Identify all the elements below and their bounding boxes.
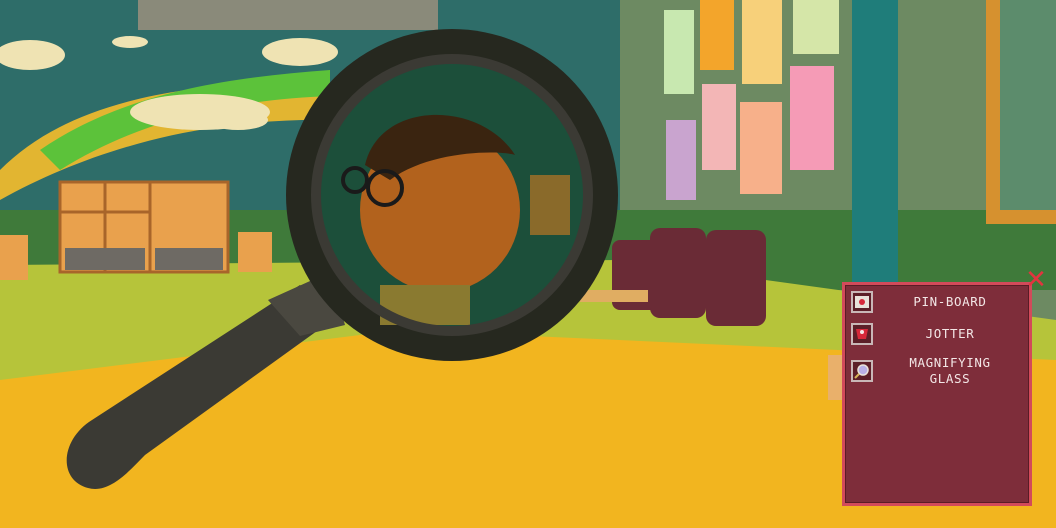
- close-icon[interactable]: ✕: [1024, 267, 1048, 293]
- inventory-item-pin-board[interactable]: PIN-BOARD: [851, 291, 1027, 313]
- inventory-item-label: PIN-BOARD: [913, 294, 987, 309]
- pillar: [852, 0, 898, 300]
- inventory-item-label: MAGNIFYING GLASS: [909, 355, 991, 386]
- inventory-item-label: JOTTER: [925, 326, 975, 341]
- inventory-item-jotter[interactable]: JOTTER: [851, 323, 1027, 345]
- side-table: [580, 290, 648, 302]
- pin-board-icon: [851, 291, 873, 313]
- ceiling-light: [138, 0, 438, 30]
- inventory-item-magnifying-glass[interactable]: MAGNIFYING GLASS: [851, 355, 1027, 387]
- magnifying-glass-icon: [851, 360, 873, 382]
- jotter-icon: [851, 323, 873, 345]
- inventory-panel: PIN-BOARD JOTTER MAGNIFYING GLASS: [842, 282, 1032, 506]
